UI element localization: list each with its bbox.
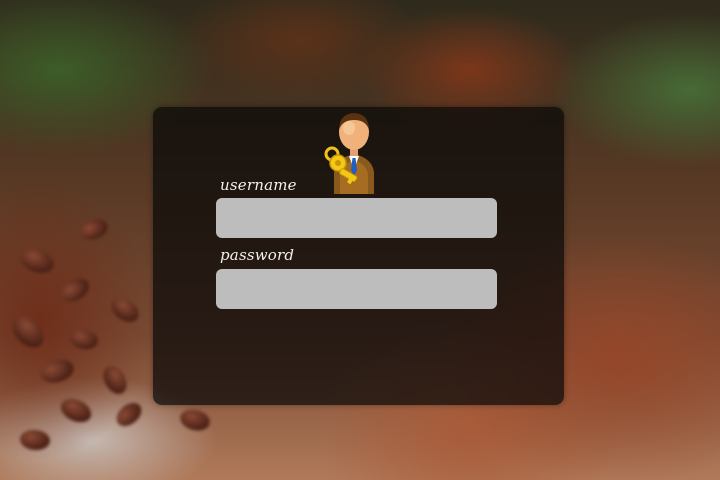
username-label: username [220,176,297,194]
password-label: password [220,246,295,264]
username-input[interactable] [216,198,497,238]
password-input[interactable] [216,269,497,309]
user-with-key-icon [324,113,374,194]
